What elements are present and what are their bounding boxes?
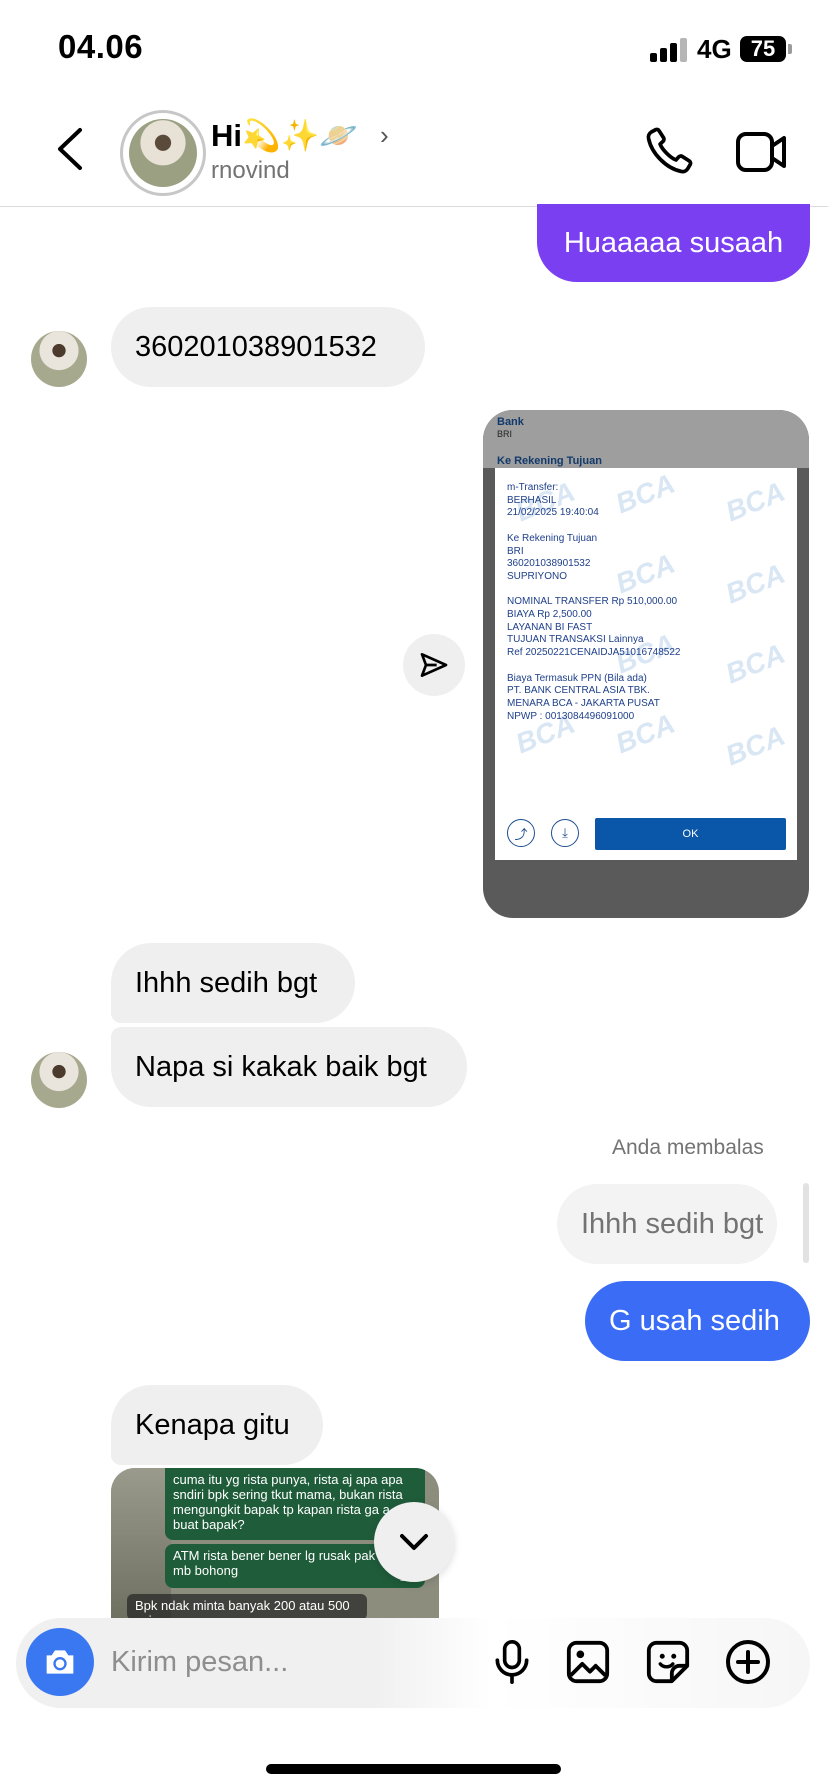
message-text: G usah sedih	[609, 1304, 780, 1337]
message-text: Ihhh sedih bgt	[135, 966, 318, 999]
home-indicator	[266, 1764, 561, 1774]
network-type: 4G	[697, 34, 732, 64]
chat-title[interactable]: Hi💫✨🪐	[211, 117, 358, 154]
add-icon[interactable]	[722, 1636, 774, 1688]
receipt-card: BCA BCA BCA BCA BCA BCA BCA BCA BCA BCA …	[495, 468, 797, 860]
reply-label: Anda membalas	[612, 1136, 764, 1159]
scrollbar[interactable]	[803, 1183, 809, 1263]
camera-button[interactable]	[26, 1628, 94, 1696]
reply-quote[interactable]: Ihhh sedih bgt	[557, 1184, 777, 1264]
status-time: 04.06	[58, 28, 144, 65]
microphone-icon[interactable]	[486, 1636, 538, 1688]
receipt-details: m-Transfer: BERHASIL 21/02/2025 19:40:04…	[507, 482, 681, 722]
sender-avatar[interactable]	[31, 1052, 87, 1108]
sender-avatar[interactable]	[31, 331, 87, 387]
phone-call-icon[interactable]	[640, 124, 696, 180]
incoming-message[interactable]: Napa si kakak baik bgt	[111, 1027, 467, 1107]
outgoing-message[interactable]: G usah sedih	[585, 1281, 810, 1361]
gallery-icon[interactable]	[562, 1636, 614, 1688]
sticker-icon[interactable]	[642, 1636, 694, 1688]
incoming-message[interactable]: Kenapa gitu	[111, 1385, 323, 1465]
outgoing-message[interactable]: Huaaaaa susaah	[537, 204, 810, 282]
receipt-image[interactable]: Bank BRI Ke Rekening Tujuan BCA BCA BCA B…	[483, 410, 809, 918]
battery-icon: 75	[740, 36, 786, 62]
incoming-message[interactable]: 360201038901532	[111, 307, 425, 387]
camera-icon	[46, 1650, 74, 1674]
chat-username[interactable]: rnovind	[211, 157, 290, 185]
reply-quote-text: Ihhh sedih bgt	[581, 1207, 764, 1240]
message-input[interactable]: Kirim pesan...	[111, 1646, 288, 1679]
receipt-bank: Bank BRI	[497, 416, 524, 439]
forward-icon[interactable]	[403, 634, 465, 696]
incoming-message[interactable]: Ihhh sedih bgt	[111, 943, 355, 1023]
download-icon: ⤓	[551, 819, 579, 847]
message-text: 360201038901532	[135, 330, 377, 363]
image-caption: Bpk ndak minta banyak 200 atau 500 saja	[127, 1594, 367, 1618]
scroll-down-button[interactable]	[374, 1502, 454, 1582]
receipt-header: Bank BRI Ke Rekening Tujuan	[483, 410, 809, 468]
avatar-photo	[129, 119, 197, 187]
receipt-ke-rekening: Ke Rekening Tujuan	[497, 455, 602, 467]
receipt-watermark: BCA	[721, 637, 790, 690]
signal-icon	[650, 38, 690, 62]
receipt-ok-button: OK	[595, 818, 786, 850]
message-text: Huaaaaa susaah	[563, 226, 784, 259]
receipt-watermark: BCA	[721, 557, 790, 610]
back-icon[interactable]	[50, 124, 90, 174]
battery-tip	[788, 44, 792, 54]
chevron-right-icon[interactable]: ›	[380, 120, 389, 151]
video-call-icon[interactable]	[734, 126, 790, 178]
message-text: Napa si kakak baik bgt	[135, 1050, 427, 1083]
receipt-watermark: BCA	[721, 475, 790, 528]
message-text: Kenapa gitu	[135, 1408, 290, 1441]
battery-level: 75	[750, 36, 776, 61]
receipt-watermark: BCA	[721, 719, 790, 772]
chevron-down-icon	[400, 1534, 428, 1550]
share-icon: ⤴	[507, 819, 535, 847]
profile-avatar[interactable]	[120, 110, 206, 196]
image-chat-text: ATM rista bener bener lg rusak pak apa m…	[173, 1548, 401, 1578]
